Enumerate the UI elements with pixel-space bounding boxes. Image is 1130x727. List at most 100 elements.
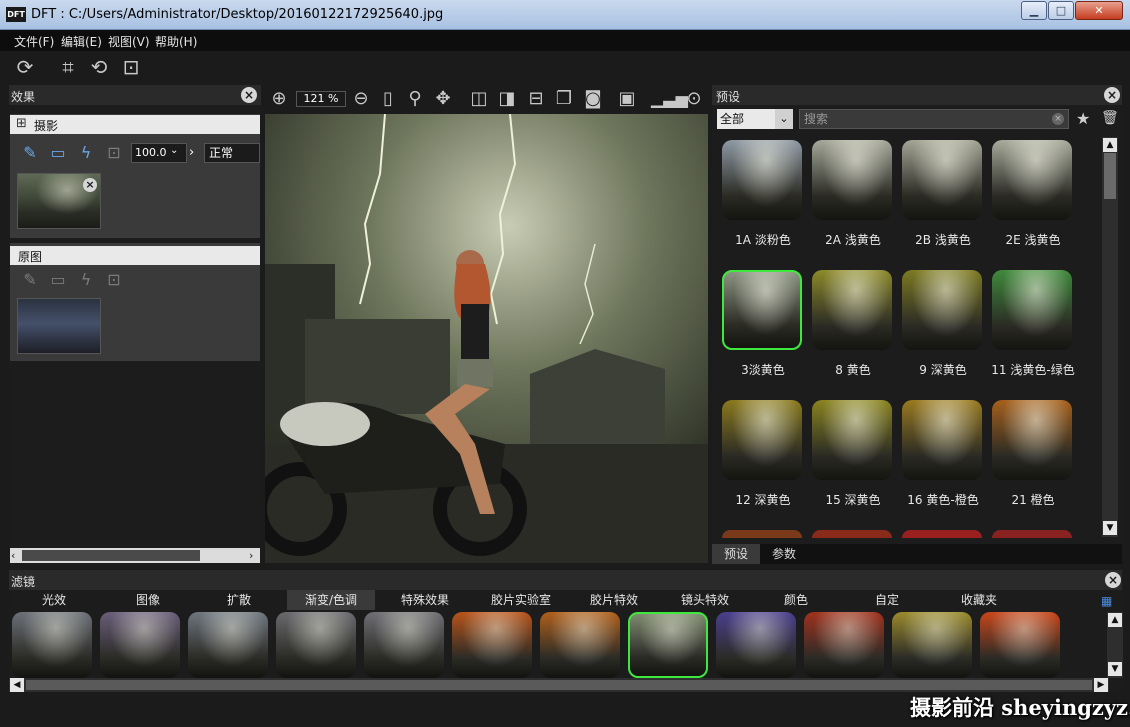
mask-icon[interactable]: ⊡ [104,143,124,163]
preset-thumbnail[interactable] [902,140,982,220]
preset-thumbnail[interactable] [992,270,1072,350]
layer-2-thumbnail[interactable] [17,298,101,354]
preset-thumbnail[interactable] [992,140,1072,220]
histogram-icon[interactable]: ▁▃▅ [651,88,688,110]
opacity-input[interactable]: 100.0 [131,143,187,163]
preset-item[interactable]: 3淡黄色 [722,270,804,396]
loupe-icon[interactable]: ⊙ [682,88,706,110]
main-image[interactable] [265,114,708,563]
preset-thumbnail[interactable] [902,270,982,350]
split-horizontal-icon[interactable]: ⊟ [524,88,548,110]
search-input[interactable]: 搜索 [799,109,1069,129]
camera-icon[interactable]: ◙ [581,88,605,110]
layer-2-header[interactable]: 原图 [10,246,260,265]
magnifier-icon[interactable]: ⚲ [403,88,427,110]
preset-item[interactable]: 15 深黄色 [812,400,894,526]
filter-tab[interactable]: 图像 [104,590,192,610]
chevron-right-icon[interactable]: › [189,145,194,160]
copy-icon[interactable]: ❐ [552,88,576,110]
rotate-icon[interactable]: ⟲ [86,56,112,78]
filter-tab[interactable]: 镜头特效 [661,590,749,610]
chevron-left-icon[interactable]: ‹ [11,549,15,562]
preset-thumbnail[interactable] [812,270,892,350]
preset-thumbnail[interactable] [812,400,892,480]
filter-horizontal-scrollbar[interactable]: ◀ ▶ [9,678,1109,692]
filter-tab[interactable]: 颜色 [752,590,840,610]
tab-presets[interactable]: 预设 [712,544,760,564]
scroll-down-icon[interactable]: ▼ [1103,521,1117,535]
preset-item[interactable]: 2E 浅黄色 [992,140,1074,266]
crop-icon[interactable]: ⌗ [55,56,81,78]
filter-thumbnail[interactable] [12,612,92,678]
edit-icon[interactable]: ✎ [20,143,40,163]
scrollbar-thumb[interactable] [1104,153,1116,199]
trash-icon[interactable]: 🗑 [1101,110,1119,126]
filter-thumbnail[interactable] [892,612,972,678]
preset-thumbnail-partial[interactable] [812,530,892,538]
filter-thumbnail[interactable] [980,612,1060,678]
tab-parameters[interactable]: 参数 [760,544,808,564]
filter-thumbnail[interactable] [188,612,268,678]
preset-item[interactable]: 11 浅黄色-绿色 [991,270,1075,396]
split-view-icon[interactable]: ◫ [467,88,491,110]
preset-item[interactable]: 21 橙色 [992,400,1074,526]
filter-tab[interactable]: 渐变/色调 [287,590,375,610]
preset-thumbnail[interactable] [902,400,982,480]
chevron-down-icon[interactable]: ⌄ [775,109,793,129]
preset-thumbnail[interactable] [722,400,802,480]
preset-item[interactable]: 12 深黄色 [722,400,804,526]
menu-file[interactable]: 文件(F) [14,33,54,50]
preset-item[interactable]: 8 黄色 [812,270,894,396]
effects-horizontal-scrollbar[interactable]: ‹ › [10,548,260,563]
compare-icon[interactable]: ◨ [495,88,519,110]
filter-thumbnail[interactable] [276,612,356,678]
scroll-up-icon[interactable]: ▲ [1108,613,1122,627]
grid-view-icon[interactable]: ▦ [1101,594,1112,608]
menu-edit[interactable]: 编辑(E) [61,33,102,50]
filter-tab[interactable]: 胶片特效 [571,590,657,610]
preset-thumbnail[interactable] [992,400,1072,480]
scroll-up-icon[interactable]: ▲ [1103,138,1117,152]
close-icon[interactable]: × [1104,87,1120,103]
filter-tab[interactable]: 胶片实验室 [475,590,567,610]
minimize-button[interactable]: ▁ [1021,1,1047,20]
preset-thumbnail-partial[interactable] [902,530,982,538]
filter-thumbnail[interactable] [628,612,708,678]
fit-icon[interactable]: ⊡ [118,56,144,78]
close-icon[interactable]: × [1105,572,1121,588]
preset-thumbnail[interactable] [812,140,892,220]
filter-tab[interactable]: 光效 [9,590,99,610]
preset-item[interactable]: 9 深黄色 [902,270,984,396]
zoom-in-icon[interactable]: ⊕ [267,88,291,110]
scroll-right-icon[interactable]: ▶ [1094,678,1108,692]
zoom-out-icon[interactable]: ⊖ [349,88,373,110]
filter-tab[interactable]: 自定 [844,590,930,610]
preset-item[interactable]: 16 黄色-橙色 [902,400,984,526]
menu-view[interactable]: 视图(V) [108,33,150,50]
refresh-icon[interactable]: ⟳ [12,56,38,78]
close-icon[interactable]: × [241,87,257,103]
scrollbar-thumb[interactable] [22,550,200,561]
scroll-left-icon[interactable]: ◀ [10,678,24,692]
pan-icon[interactable]: ✥ [431,88,455,110]
menu-help[interactable]: 帮助(H) [155,33,197,50]
filter-tab[interactable]: 特殊效果 [379,590,471,610]
opacity-stepper-icon[interactable]: ⌄ [170,145,178,156]
preset-thumbnail-partial[interactable] [722,530,802,538]
filter-thumbnail[interactable] [804,612,884,678]
preset-item[interactable]: 2A 浅黄色 [812,140,894,266]
preset-item[interactable]: 1A 淡粉色 [722,140,804,266]
filter-thumbnail[interactable] [716,612,796,678]
chevron-right-icon[interactable]: › [249,549,253,562]
scroll-down-icon[interactable]: ▼ [1108,662,1122,676]
remove-layer-icon[interactable]: × [83,178,97,192]
clear-search-icon[interactable]: × [1052,113,1064,125]
close-window-button[interactable]: ✕ [1075,1,1123,20]
flash-icon[interactable]: ϟ [76,143,96,163]
star-icon[interactable]: ★ [1076,109,1090,128]
preset-thumbnail[interactable] [722,270,802,350]
preset-scrollbar[interactable]: ▲ ▼ [1102,137,1118,537]
preset-thumbnail-partial[interactable] [992,530,1072,538]
filter-vertical-scrollbar[interactable]: ▲ ▼ [1107,612,1123,678]
maximize-button[interactable]: □ [1048,1,1074,20]
